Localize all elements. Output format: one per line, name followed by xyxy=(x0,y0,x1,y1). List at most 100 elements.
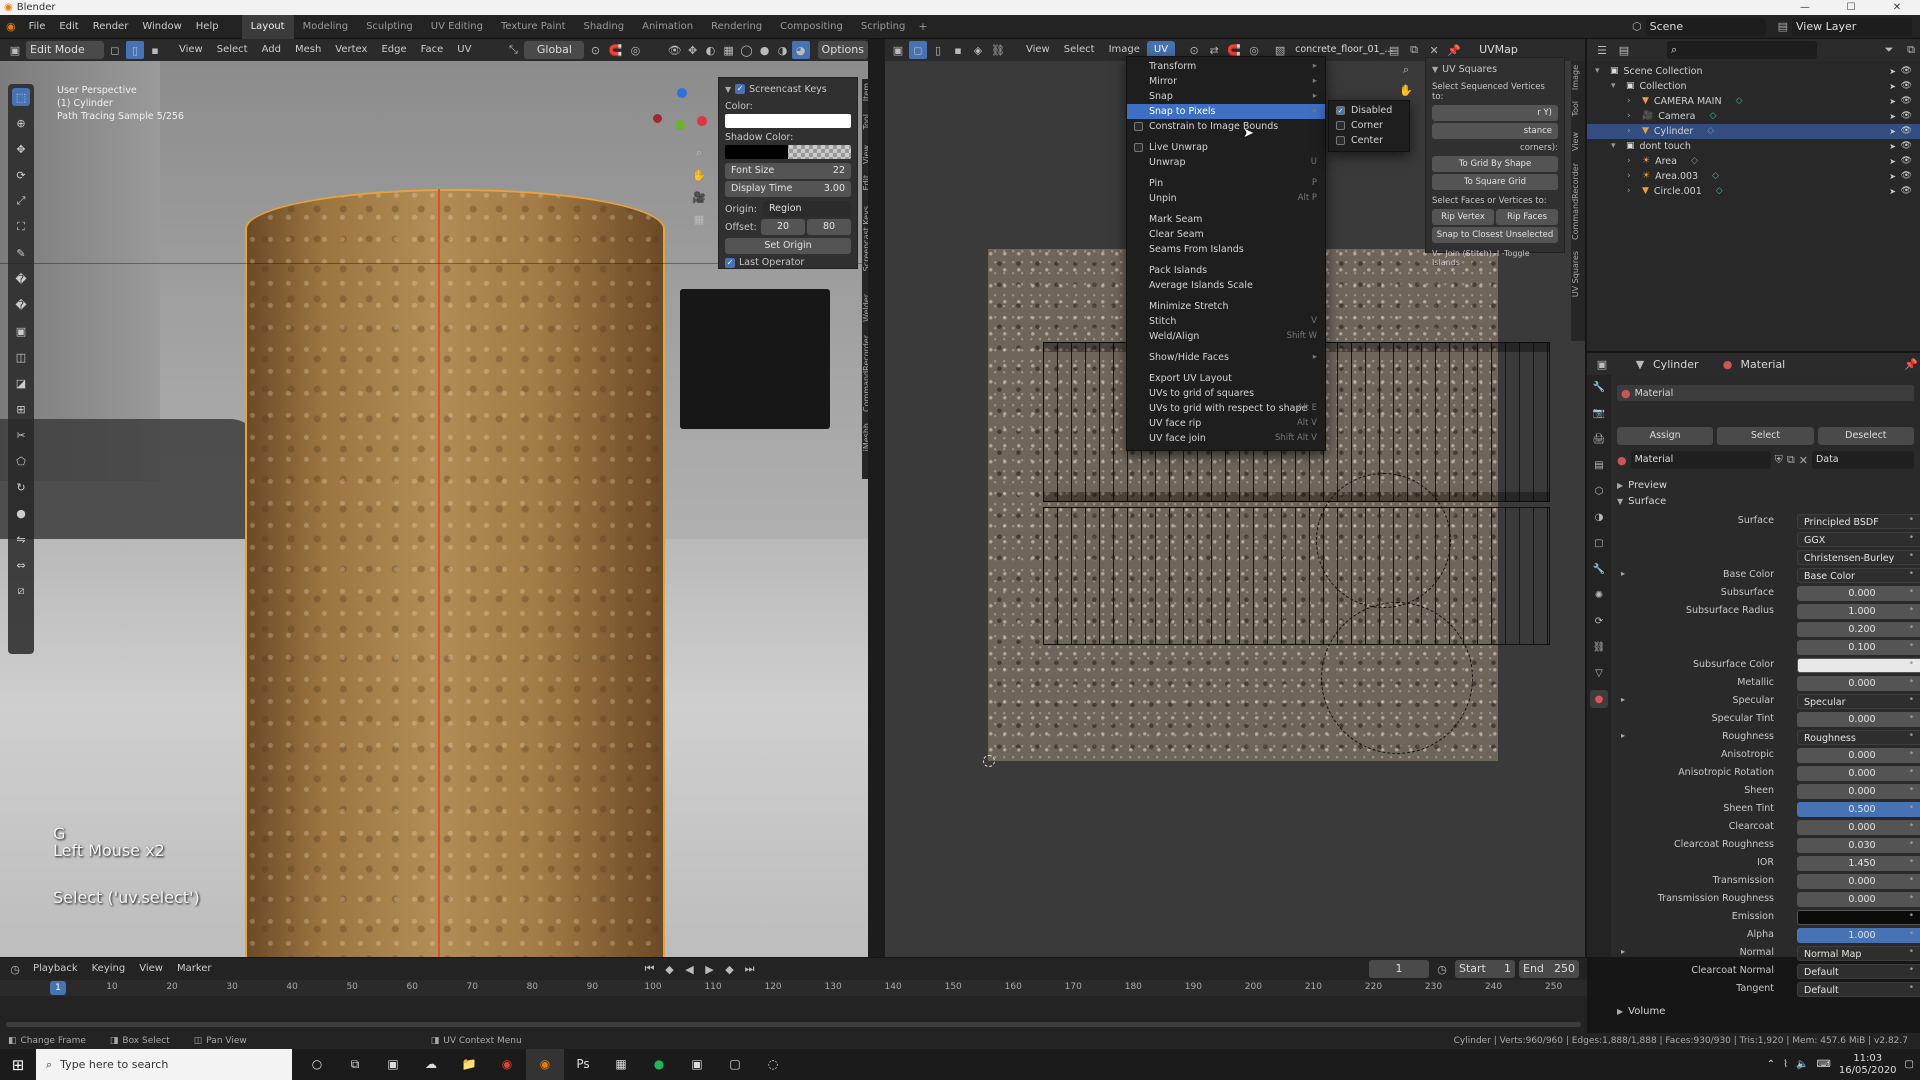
property-value-field[interactable]: 0.000 xyxy=(1797,874,1920,889)
property-value-field[interactable]: Christensen-Burley xyxy=(1797,550,1920,565)
uv-menu-item-average-islands-scale[interactable]: Average Islands Scale xyxy=(1127,278,1325,293)
input-expand-icon[interactable]: ▸ xyxy=(1621,569,1625,578)
keyframe-dot-icon[interactable]: • xyxy=(1909,767,1914,777)
object-tab-icon[interactable]: ▢ xyxy=(1590,534,1608,552)
overlay-icon[interactable]: ◐ xyxy=(702,41,720,59)
keyframe-dot-icon[interactable]: • xyxy=(1909,623,1914,633)
uv-circle-island-2[interactable] xyxy=(1321,602,1473,754)
frame-ruler[interactable]: 1102030405060708090100110120130140150160… xyxy=(0,980,1587,996)
gizmo-z-axis-icon[interactable] xyxy=(677,88,687,98)
keyframe-dot-icon[interactable]: • xyxy=(1909,857,1914,867)
color-swatch[interactable] xyxy=(725,114,851,128)
options-button[interactable]: Options xyxy=(817,41,868,59)
property-value-field[interactable]: Normal Map xyxy=(1797,946,1920,961)
property-value-field[interactable]: 0.000 xyxy=(1797,892,1920,907)
timeline-menu-marker[interactable]: Marker xyxy=(170,957,219,981)
keyframe-dot-icon[interactable]: • xyxy=(1909,785,1914,795)
orientation-selector[interactable]: Global xyxy=(524,41,585,59)
tab-layout[interactable]: Layout xyxy=(241,14,294,39)
uv-menu-item-snap-to-pixels[interactable]: Snap to Pixels ▸ xyxy=(1127,104,1325,119)
cortana-icon[interactable]: ○ xyxy=(298,1049,336,1080)
tray-arrow-icon[interactable]: ⌃ xyxy=(1767,1059,1775,1070)
gizmo-y-axis-icon[interactable] xyxy=(675,120,685,130)
property-value-field[interactable] xyxy=(1797,658,1920,673)
app-icon-3[interactable]: ▢ xyxy=(716,1049,754,1080)
property-value-field[interactable] xyxy=(1797,910,1920,925)
scale-icon[interactable]: ⤢ xyxy=(12,192,30,210)
uv-menu-item-live-unwrap[interactable]: Live Unwrap xyxy=(1127,140,1325,155)
play-end-icon[interactable]: ⏭ xyxy=(741,960,759,978)
uv-menu-item-pin[interactable]: Pin P xyxy=(1127,176,1325,191)
tab-uv-editing[interactable]: UV Editing xyxy=(422,15,492,39)
ortho-toggle-icon[interactable]: ▦ xyxy=(690,210,708,228)
modifier-tab-icon[interactable]: 🔧 xyxy=(1590,560,1608,578)
selectable-arrow-icon[interactable]: ➤ xyxy=(1889,94,1896,109)
property-value-field[interactable]: 0.100 xyxy=(1797,640,1920,655)
disclosure-arrow-icon[interactable]: ▾ xyxy=(1595,64,1605,79)
uv-menu-item-minimize-stretch[interactable]: Minimize Stretch xyxy=(1127,299,1325,314)
windows-start-icon[interactable]: ⊞ xyxy=(0,1056,36,1074)
property-value-field[interactable]: Principled BSDF xyxy=(1797,514,1920,529)
outliner-row-circle-001[interactable]: › ▼ Circle.001 ◇ 👁 ➤ xyxy=(1587,184,1920,199)
app-icon-2[interactable]: ☁ xyxy=(412,1049,450,1080)
shading-material-icon[interactable]: ◑ xyxy=(774,41,792,59)
outliner-row-scene-collection[interactable]: ▾ ▣ Scene Collection 👁 ➤ xyxy=(1587,64,1920,79)
rip-vertex-button[interactable]: Rip Vertex xyxy=(1432,209,1494,225)
keyframe-dot-icon[interactable]: • xyxy=(1909,695,1914,705)
face-select-icon[interactable]: ▪ xyxy=(146,41,164,59)
volume-icon[interactable]: 🔈 xyxy=(1796,1059,1808,1070)
timeline-menu-view[interactable]: View xyxy=(132,957,170,981)
visibility-icon[interactable]: 👁 xyxy=(666,41,684,59)
set-origin-button[interactable]: Set Origin xyxy=(725,238,851,254)
checkbox-icon[interactable] xyxy=(1134,122,1143,131)
uv-tab-view[interactable]: View xyxy=(1571,132,1585,151)
keyboard-icon[interactable]: ⌨ xyxy=(1816,1059,1830,1070)
new-material-icon[interactable]: ⧉ xyxy=(1787,453,1795,467)
tab-animation[interactable]: Animation xyxy=(633,15,702,39)
tab-shading[interactable]: Shading xyxy=(574,15,633,39)
edge-select-icon[interactable]: ▯ xyxy=(126,41,144,59)
uv-menu-item-stitch[interactable]: Stitch V xyxy=(1127,314,1325,329)
cylinder-mesh[interactable] xyxy=(245,189,665,957)
loop-cut-icon[interactable]: ◪ xyxy=(12,374,30,392)
keyframe-dot-icon[interactable]: • xyxy=(1909,821,1914,831)
uv-menu-item-uvs-to-grid-of-squares[interactable]: UVs to grid of squares xyxy=(1127,386,1325,401)
property-value-field[interactable]: GGX xyxy=(1797,532,1920,547)
blender-app-icon[interactable]: ◉ xyxy=(526,1049,564,1080)
uv-island-sel-icon[interactable]: ◈ xyxy=(969,41,987,59)
outliner-row-area[interactable]: › ☀ Area ◇ 👁 ➤ xyxy=(1587,154,1920,169)
font-size-field[interactable]: Font Size 22 xyxy=(725,163,851,179)
display-time-field[interactable]: Display Time 3.00 xyxy=(725,181,851,197)
blender-menu-icon[interactable]: ◉ xyxy=(6,20,16,33)
camera-view-icon[interactable]: 🎥 xyxy=(690,188,708,206)
snap-option-center[interactable]: Center xyxy=(1329,133,1409,148)
inset-icon[interactable]: ▣ xyxy=(12,322,30,340)
keyframe-dot-icon[interactable]: • xyxy=(1909,713,1914,723)
keyframe-dot-icon[interactable]: • xyxy=(1909,983,1914,993)
uv-menu-item-constrain-to-image-bounds[interactable]: Constrain to Image Bounds xyxy=(1127,119,1325,134)
current-frame-field[interactable]: 1 xyxy=(1369,960,1429,978)
visibility-eye-icon[interactable]: 👁 xyxy=(1901,154,1912,169)
tab-scripting[interactable]: Scripting xyxy=(852,15,914,39)
selectable-arrow-icon[interactable]: ➤ xyxy=(1889,64,1896,79)
outliner-search[interactable]: ⌕ xyxy=(1667,41,1817,59)
uv-menu-item-unpin[interactable]: Unpin Alt P xyxy=(1127,191,1325,206)
collapse-arrow-icon[interactable]: ▼ xyxy=(725,85,731,94)
disclosure-arrow-icon[interactable]: › xyxy=(1627,94,1637,109)
keyframe-dot-icon[interactable]: • xyxy=(1909,731,1914,741)
keyframe-dot-icon[interactable]: • xyxy=(1909,947,1914,957)
disclosure-arrow-icon[interactable]: › xyxy=(1627,124,1637,139)
poly-build-icon[interactable]: ✂ xyxy=(12,426,30,444)
property-value-field[interactable]: Specular xyxy=(1797,694,1920,709)
keyframe-dot-icon[interactable]: • xyxy=(1909,875,1914,885)
proportional-icon[interactable]: ◎ xyxy=(626,41,644,59)
fake-user-icon[interactable]: ⛨ xyxy=(1775,453,1783,467)
gizmo-neg-x-icon[interactable] xyxy=(653,114,662,123)
disclosure-arrow-icon[interactable]: ▾ xyxy=(1611,79,1621,94)
uv-menu-item-pack-islands[interactable]: Pack Islands xyxy=(1127,263,1325,278)
render-tab-icon[interactable]: 📷 xyxy=(1590,404,1608,422)
vertex-select-icon[interactable]: ◻ xyxy=(106,41,124,59)
preview-expand-icon[interactable]: ▶ xyxy=(1617,481,1623,490)
origin-selector[interactable]: Region xyxy=(763,201,851,217)
outliner-row-dont-touch[interactable]: ▾ ▣ dont touch 👁 ➤ xyxy=(1587,139,1920,154)
